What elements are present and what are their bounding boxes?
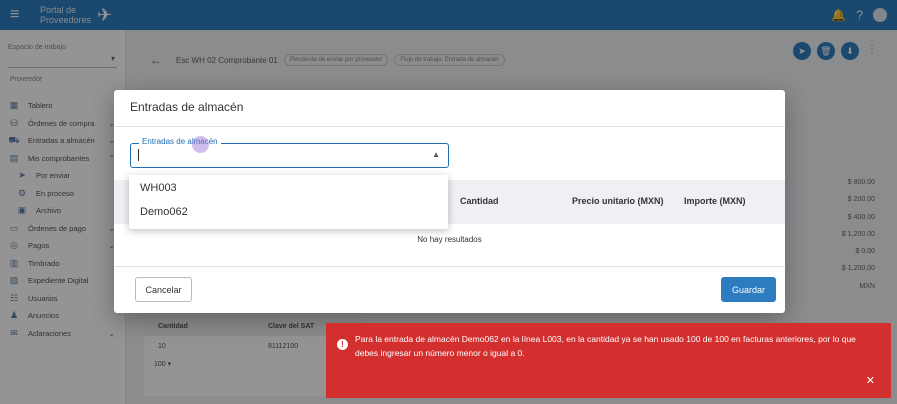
text-cursor (138, 149, 139, 161)
mouse-pointer-indicator (192, 136, 209, 153)
column-header: Cantidad (460, 196, 499, 206)
error-toast: ! Para la entrada de almacén Demo062 en … (326, 323, 891, 398)
save-button[interactable]: Guardar (721, 277, 776, 302)
caret-up-icon[interactable]: ▲ (432, 150, 440, 159)
empty-state-text: No hay resultados (417, 235, 482, 244)
divider (114, 266, 785, 267)
combobox-options-list: WH003 Demo062 (129, 175, 448, 229)
column-header: Precio unitario (MXN) (572, 196, 664, 206)
option-demo062[interactable]: Demo062 (129, 200, 448, 224)
option-wh003[interactable]: WH003 (129, 176, 448, 200)
cancel-button[interactable]: Cancelar (135, 277, 192, 302)
warehouse-entry-combobox[interactable]: Entradas de almacén ▲ (130, 137, 449, 168)
toast-message: Para la entrada de almacén Demo062 en la… (355, 334, 856, 358)
column-header: Importe (MXN) (684, 196, 746, 206)
close-icon[interactable]: ✕ (866, 374, 875, 387)
divider (114, 126, 785, 127)
dialog-title: Entradas de almacén (130, 100, 244, 114)
error-icon: ! (337, 339, 348, 350)
